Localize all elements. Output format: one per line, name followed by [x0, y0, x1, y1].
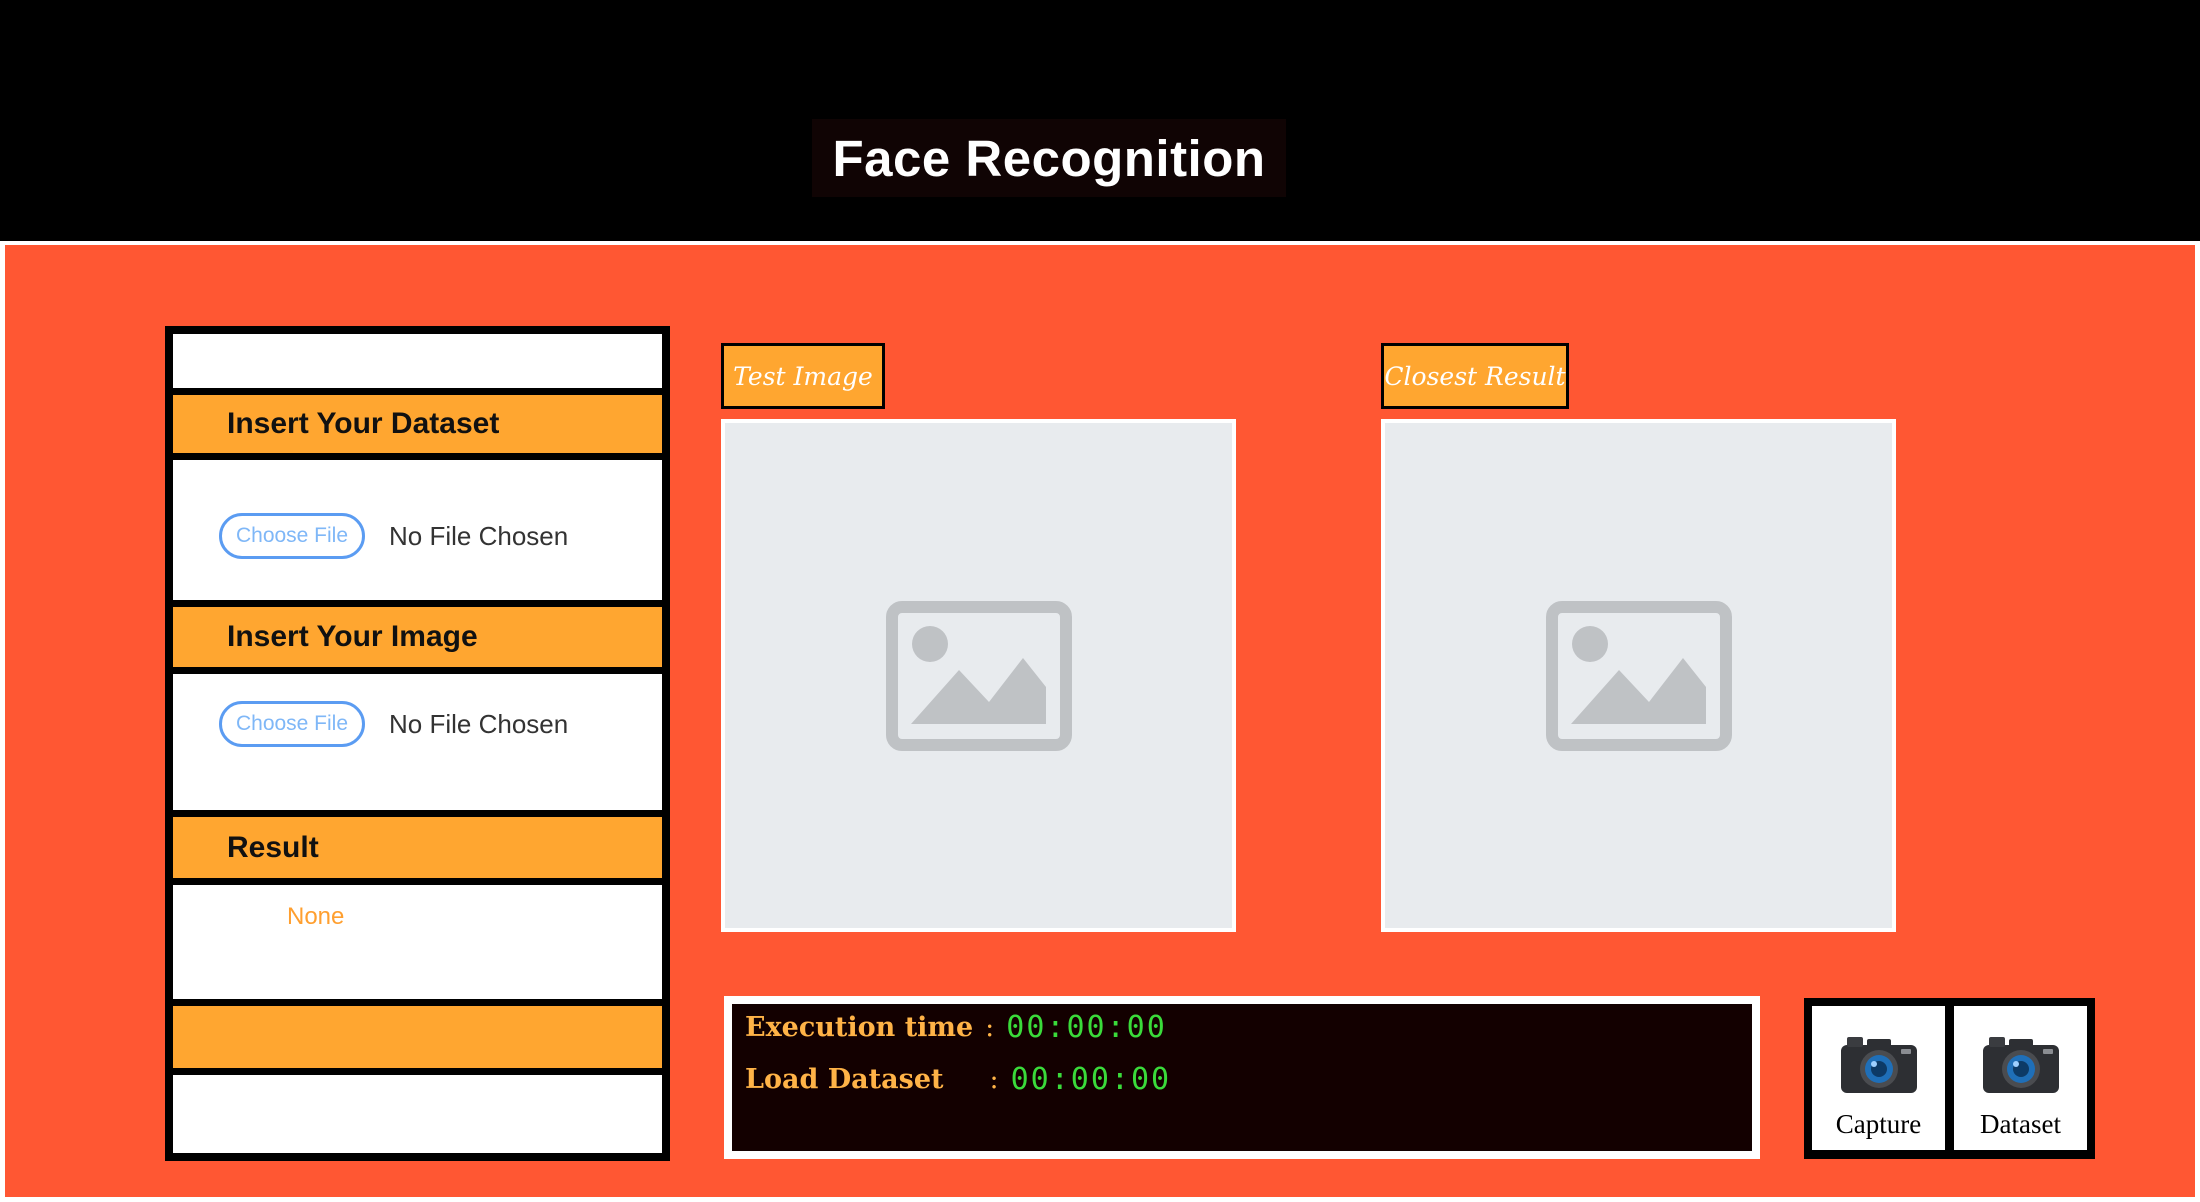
dataset-upload-cell: Choose File No File Chosen — [173, 460, 662, 600]
camera-icon — [1982, 1037, 2059, 1093]
result-cell: None — [173, 885, 662, 999]
dataset-file-status: No File Chosen — [389, 520, 569, 551]
closest-result-area — [1385, 423, 1892, 928]
panel-bottom-spacer — [173, 1075, 662, 1153]
dataset-section-header: Insert Your Dataset — [173, 395, 662, 453]
image-choose-file-button[interactable]: Choose File — [219, 701, 365, 747]
execution-time-separator: : — [985, 1012, 995, 1043]
dataset-file-row: Choose File No File Chosen — [219, 513, 568, 559]
dataset-button-label: Dataset — [1980, 1109, 2061, 1139]
closest-result-frame — [1381, 419, 1896, 932]
image-section-header: Insert Your Image — [173, 607, 662, 667]
image-upload-cell: Choose File No File Chosen — [173, 674, 662, 810]
title-box: Face Recognition — [812, 119, 1286, 197]
result-section-title: Result — [227, 830, 319, 864]
dataset-button[interactable]: Dataset — [1954, 1006, 2087, 1150]
header-bar: Face Recognition — [0, 0, 2200, 241]
load-dataset-label: Load Dataset — [745, 1064, 944, 1095]
image-section-title: Insert Your Image — [227, 620, 478, 653]
image-placeholder-icon — [1545, 600, 1732, 751]
page-title: Face Recognition — [832, 129, 1266, 187]
closest-result-label: Closest Result — [1381, 343, 1569, 409]
control-panel: Insert Your Dataset Choose File No File … — [165, 326, 670, 1161]
result-value: None — [287, 903, 345, 930]
test-image-area — [725, 423, 1232, 928]
panel-top-spacer — [173, 334, 662, 388]
image-file-row: Choose File No File Chosen — [219, 701, 568, 747]
timing-console: Execution time : 00:00:00 Load Dataset :… — [732, 1004, 1752, 1151]
dataset-choose-file-button[interactable]: Choose File — [219, 513, 365, 559]
load-dataset-value: 00:00:00 — [1010, 1062, 1172, 1097]
timing-console-frame: Execution time : 00:00:00 Load Dataset :… — [724, 996, 1760, 1159]
image-placeholder-icon — [885, 600, 1072, 751]
execution-time-row: Execution time : 00:00:00 — [745, 1010, 1167, 1045]
execution-time-label: Execution time — [745, 1012, 974, 1043]
camera-icon — [1840, 1037, 1917, 1093]
capture-button-label: Capture — [1835, 1109, 1922, 1139]
footer-strip — [0, 1197, 2200, 1202]
result-section-header: Result — [173, 817, 662, 878]
load-dataset-separator: : — [989, 1064, 999, 1095]
test-image-label: Test Image — [721, 343, 885, 409]
execution-time-value: 00:00:00 — [1006, 1010, 1167, 1045]
image-file-status: No File Chosen — [389, 708, 569, 739]
test-image-frame — [721, 419, 1236, 932]
panel-orange-footer — [173, 1006, 662, 1068]
action-buttons-frame: Capture Dataset — [1804, 998, 2095, 1159]
capture-button[interactable]: Capture — [1812, 1006, 1945, 1150]
dataset-section-title: Insert Your Dataset — [227, 407, 500, 440]
load-dataset-row: Load Dataset : 00:00:00 — [745, 1062, 1171, 1097]
